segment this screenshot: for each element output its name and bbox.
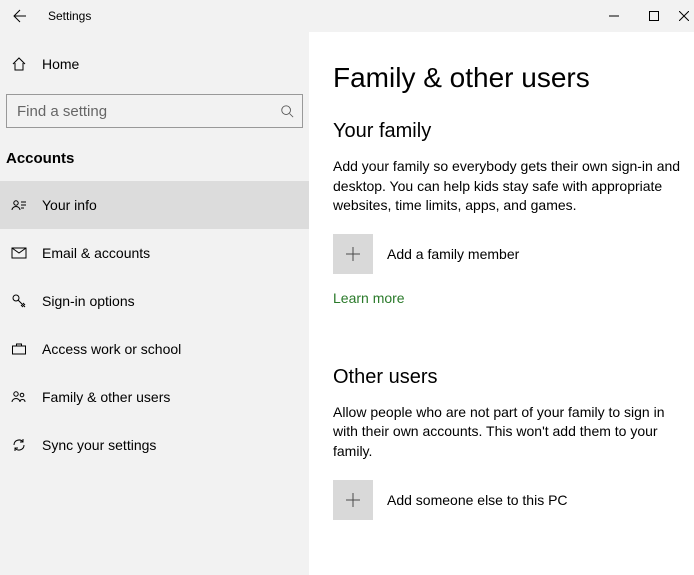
person-card-icon [10,197,28,213]
nav-label: Sign-in options [42,293,135,309]
other-users-heading: Other users [333,366,684,389]
add-family-member-button[interactable]: Add a family member [333,234,684,274]
search-input[interactable] [17,103,280,120]
nav-your-info[interactable]: Your info [0,181,309,229]
search-box[interactable] [6,94,303,128]
plus-icon [333,234,373,274]
nav-label: Your info [42,197,97,213]
category-header: Accounts [0,138,309,181]
minimize-icon [609,11,619,21]
email-icon [10,245,28,261]
sync-icon [10,437,28,453]
home-icon [10,56,28,72]
minimize-button[interactable] [594,0,634,32]
back-button[interactable] [0,0,40,32]
nav-sync-settings[interactable]: Sync your settings [0,421,309,469]
nav-access-work-school[interactable]: Access work or school [0,325,309,373]
close-button[interactable] [674,0,694,32]
nav-family-other-users[interactable]: Family & other users [0,373,309,421]
add-other-user-button[interactable]: Add someone else to this PC [333,480,684,520]
search-icon [280,104,294,118]
maximize-icon [649,11,659,21]
nav-signin-options[interactable]: Sign-in options [0,277,309,325]
home-label: Home [42,56,79,72]
other-users-desc: Allow people who are not part of your fa… [333,403,683,462]
add-family-member-label: Add a family member [387,246,519,262]
people-icon [10,389,28,405]
content-pane: Family & other users Your family Add you… [309,32,694,575]
home-nav[interactable]: Home [0,40,309,88]
nav-label: Email & accounts [42,245,150,261]
plus-icon [333,480,373,520]
close-icon [679,11,689,21]
briefcase-icon [10,341,28,357]
learn-more-link[interactable]: Learn more [333,290,405,306]
nav-email-accounts[interactable]: Email & accounts [0,229,309,277]
nav-label: Access work or school [42,341,181,357]
sidebar: Home Accounts Your info Email & ac [0,32,309,575]
add-other-user-label: Add someone else to this PC [387,492,568,508]
your-family-desc: Add your family so everybody gets their … [333,157,683,216]
your-family-heading: Your family [333,120,684,143]
maximize-button[interactable] [634,0,674,32]
app-title: Settings [48,9,91,23]
back-arrow-icon [12,8,28,24]
nav-label: Sync your settings [42,437,156,453]
key-icon [10,293,28,309]
titlebar: Settings [0,0,694,32]
nav-label: Family & other users [42,389,170,405]
page-title: Family & other users [333,62,684,94]
